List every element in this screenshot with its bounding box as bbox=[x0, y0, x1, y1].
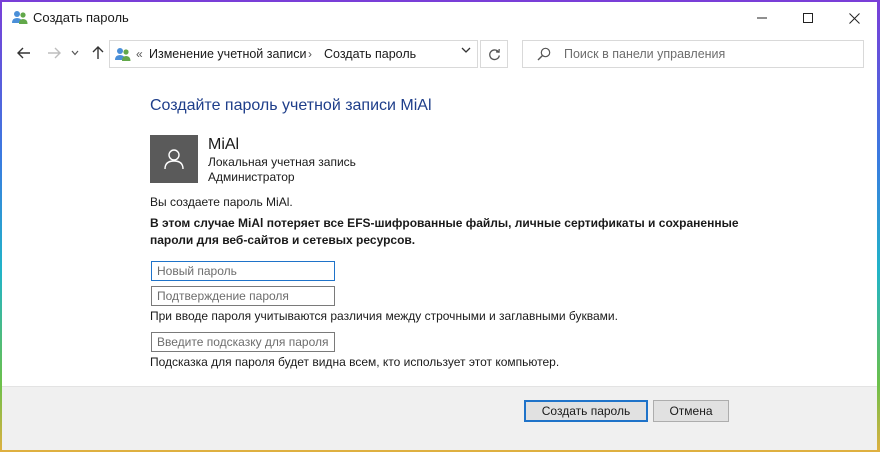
account-role: Администратор bbox=[208, 170, 295, 184]
arrow-up-icon bbox=[92, 46, 104, 59]
control-panel-users-icon bbox=[12, 11, 28, 24]
refresh-button[interactable] bbox=[480, 40, 508, 68]
search-placeholder: Поиск в панели управления bbox=[564, 47, 726, 61]
cancel-button[interactable]: Отмена bbox=[653, 400, 729, 422]
arrow-left-icon bbox=[17, 47, 30, 59]
avatar bbox=[150, 135, 198, 183]
back-button[interactable] bbox=[14, 43, 34, 63]
user-name: MiAl bbox=[208, 136, 240, 153]
close-button[interactable] bbox=[831, 2, 877, 34]
info-text: Вы создаете пароль MiAl. bbox=[150, 195, 293, 209]
minimize-icon bbox=[757, 17, 767, 19]
breadcrumb-item-create-password[interactable]: Создать пароль bbox=[324, 47, 416, 61]
minimize-button[interactable] bbox=[739, 2, 785, 34]
window-title: Создать пароль bbox=[33, 10, 129, 25]
account-type: Локальная учетная запись bbox=[208, 155, 356, 169]
search-box[interactable]: Поиск в панели управления bbox=[522, 40, 864, 68]
arrow-right-icon bbox=[48, 47, 61, 59]
confirm-password-field[interactable] bbox=[151, 286, 335, 306]
user-icon bbox=[164, 149, 184, 170]
maximize-icon bbox=[803, 13, 813, 23]
forward-button[interactable] bbox=[44, 43, 64, 63]
password-hint-field[interactable] bbox=[151, 332, 335, 352]
refresh-icon bbox=[488, 48, 500, 60]
chevron-down-icon bbox=[461, 47, 471, 53]
navigation-bar: « Изменение учетной записи › Создать пар… bbox=[2, 34, 877, 74]
up-button[interactable] bbox=[88, 43, 108, 63]
recent-locations-button[interactable] bbox=[68, 43, 82, 63]
title-bar: Создать пароль bbox=[2, 2, 877, 34]
create-password-button[interactable]: Создать пароль bbox=[524, 400, 648, 422]
maximize-button[interactable] bbox=[785, 2, 831, 34]
footer bbox=[2, 387, 877, 450]
close-icon bbox=[848, 12, 860, 24]
case-sensitivity-note: При вводе пароля учитываются различия ме… bbox=[150, 309, 618, 323]
chevron-down-icon bbox=[71, 50, 79, 56]
search-icon bbox=[537, 47, 551, 61]
page-title: Создайте пароль учетной записи MiAl bbox=[150, 97, 432, 114]
window: Создать пароль « Изменение учетной запис… bbox=[2, 2, 877, 450]
hint-visibility-note: Подсказка для пароля будет видна всем, к… bbox=[150, 355, 560, 369]
warning-text: В этом случае MiAl потеряет все EFS-шифр… bbox=[150, 216, 739, 247]
new-password-field[interactable] bbox=[151, 261, 335, 281]
address-bar[interactable]: « Изменение учетной записи › Создать пар… bbox=[109, 40, 478, 68]
breadcrumb-separator-icon[interactable]: › bbox=[308, 47, 312, 61]
address-dropdown-button[interactable] bbox=[461, 45, 471, 57]
control-panel-users-icon bbox=[115, 48, 131, 61]
breadcrumb-overflow-icon[interactable]: « bbox=[136, 47, 143, 61]
breadcrumb-item-change-account[interactable]: Изменение учетной записи bbox=[149, 47, 306, 61]
